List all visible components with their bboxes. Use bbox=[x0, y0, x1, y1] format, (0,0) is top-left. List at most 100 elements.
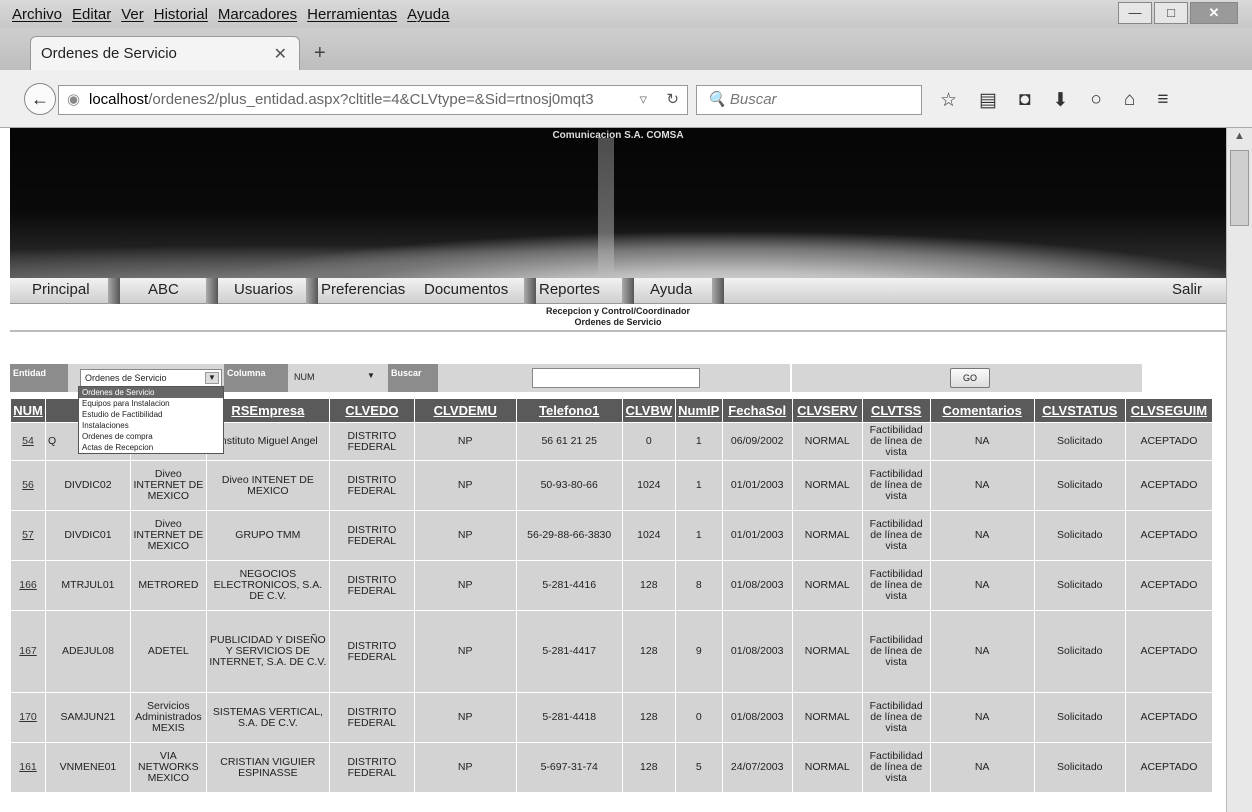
nav-documentos[interactable]: Documentos bbox=[424, 281, 508, 298]
table-cell: Solicitado bbox=[1033, 692, 1126, 743]
table-cell: NEGOCIOS ELECTRONICOS, S.A. DE C.V. bbox=[205, 560, 330, 611]
table-cell: NP bbox=[413, 610, 517, 693]
buscar-input[interactable] bbox=[532, 368, 700, 388]
col-header-clvedo[interactable]: CLVEDO bbox=[328, 398, 415, 423]
table-cell: DISTRITO FEDERAL bbox=[328, 610, 415, 693]
dropdown-option[interactable]: Equipos para Instalacion bbox=[79, 398, 223, 409]
table-cell: Factibilidad de línea de vista bbox=[861, 692, 931, 743]
home-icon[interactable]: ⌂ bbox=[1124, 89, 1135, 112]
site-info-icon[interactable]: ◉ bbox=[67, 86, 80, 114]
num-link[interactable]: 170 bbox=[9, 692, 47, 743]
col-header-fechasol[interactable]: FechaSol bbox=[721, 398, 793, 423]
url-dropdown-icon[interactable]: ▿ bbox=[639, 86, 647, 114]
nav-reportes[interactable]: Reportes bbox=[539, 281, 600, 298]
go-button[interactable]: GO bbox=[950, 368, 990, 388]
reading-list-icon[interactable]: ▤ bbox=[979, 89, 997, 112]
bookmark-star-icon[interactable]: ☆ bbox=[940, 89, 957, 112]
menu-historial[interactable]: Historial bbox=[154, 6, 208, 23]
col-header-clvtss[interactable]: CLVTSS bbox=[861, 398, 931, 423]
table-cell: 128 bbox=[621, 560, 676, 611]
col-header-clvdemu[interactable]: CLVDEMU bbox=[413, 398, 517, 423]
scroll-up-icon[interactable]: ▲ bbox=[1234, 130, 1245, 142]
hamburger-menu-icon[interactable]: ≡ bbox=[1157, 89, 1168, 112]
orders-table: NUM AN RSEmpresa CLVEDO CLVDEMU Telefono… bbox=[9, 398, 1214, 793]
entidad-select[interactable]: Ordenes de Servicio ▼ bbox=[80, 369, 222, 387]
download-icon[interactable]: ⬇ bbox=[1052, 89, 1068, 112]
table-cell: Solicitado bbox=[1033, 422, 1126, 461]
nav-salir[interactable]: Salir bbox=[1172, 281, 1202, 298]
col-header-rsempresa[interactable]: RSEmpresa bbox=[205, 398, 330, 423]
table-cell: ACEPTADO bbox=[1124, 422, 1214, 461]
num-link[interactable]: 56 bbox=[9, 460, 47, 511]
dropdown-option[interactable]: Estudio de Factibilidad bbox=[79, 409, 223, 420]
chat-icon[interactable]: ○ bbox=[1090, 89, 1101, 112]
table-cell: 1 bbox=[674, 460, 723, 511]
num-link[interactable]: 166 bbox=[9, 560, 47, 611]
table-cell: 0 bbox=[621, 422, 676, 461]
nav-usuarios[interactable]: Usuarios bbox=[234, 281, 293, 298]
num-link[interactable]: 161 bbox=[9, 742, 47, 793]
page-scrollbar[interactable]: ▲ bbox=[1226, 128, 1252, 812]
dropdown-option[interactable]: Ordenes de compra bbox=[79, 431, 223, 442]
num-link[interactable]: 57 bbox=[9, 510, 47, 561]
nav-separator bbox=[206, 278, 218, 304]
col-header-clvbw[interactable]: CLVBW bbox=[621, 398, 676, 423]
table-cell: Factibilidad de línea de vista bbox=[861, 610, 931, 693]
table-cell: 1 bbox=[674, 510, 723, 561]
col-header-clvstatus[interactable]: CLVSTATUS bbox=[1033, 398, 1126, 423]
col-header-clvseguim[interactable]: CLVSEGUIM bbox=[1124, 398, 1214, 423]
nav-principal[interactable]: Principal bbox=[32, 281, 90, 298]
pocket-icon[interactable]: ◘ bbox=[1019, 89, 1030, 112]
menu-ver[interactable]: Ver bbox=[121, 6, 144, 23]
search-input[interactable]: 🔍 Buscar bbox=[696, 85, 922, 115]
menu-herramientas[interactable]: Herramientas bbox=[307, 6, 397, 23]
nav-abc[interactable]: ABC bbox=[148, 281, 179, 298]
table-cell: Solicitado bbox=[1033, 460, 1126, 511]
table-cell: DISTRITO FEDERAL bbox=[328, 560, 415, 611]
table-cell: 50-93-80-66 bbox=[515, 460, 623, 511]
col-header-telefono1[interactable]: Telefono1 bbox=[515, 398, 623, 423]
dropdown-option[interactable]: Actas de Recepcion bbox=[79, 442, 223, 453]
col-header-comentarios[interactable]: Comentarios bbox=[929, 398, 1035, 423]
dropdown-option[interactable]: Ordenes de Servicio bbox=[79, 387, 223, 398]
table-row: 166 MTRJUL01 METRORED NEGOCIOS ELECTRONICOS… bbox=[9, 560, 1214, 611]
num-link[interactable]: 167 bbox=[9, 610, 47, 693]
table-cell: ADEJUL08 bbox=[45, 610, 131, 693]
nav-ayuda[interactable]: Ayuda bbox=[650, 281, 692, 298]
columna-select[interactable]: NUM ▼ bbox=[290, 369, 380, 387]
minimize-icon[interactable]: — bbox=[1118, 2, 1152, 24]
table-cell: 01/08/2003 bbox=[721, 692, 793, 743]
table-cell: 1024 bbox=[621, 510, 676, 561]
table-row: 161 VNMENE01 VIA NETWORKS MEXICO CRISTIAN V… bbox=[9, 742, 1214, 793]
nav-separator bbox=[622, 278, 634, 304]
nav-preferencias[interactable]: Preferencias bbox=[321, 281, 405, 298]
new-tab-icon[interactable]: + bbox=[314, 42, 326, 65]
scrollbar-thumb[interactable] bbox=[1230, 150, 1249, 226]
maximize-icon[interactable]: □ bbox=[1154, 2, 1188, 24]
col-header-numip[interactable]: NumIP bbox=[674, 398, 723, 423]
table-cell: NP bbox=[413, 460, 517, 511]
table-cell: 5-281-4417 bbox=[515, 610, 623, 693]
col-header-clvserv[interactable]: CLVSERV bbox=[791, 398, 863, 423]
columna-select-value: NUM bbox=[294, 372, 315, 382]
back-arrow-icon[interactable]: ← bbox=[24, 83, 56, 115]
col-header-num[interactable]: NUM bbox=[9, 398, 47, 423]
table-cell: DIVDIC01 bbox=[45, 510, 131, 561]
num-link[interactable]: 54 bbox=[9, 422, 47, 461]
menu-editar[interactable]: Editar bbox=[72, 6, 111, 23]
table-cell: Servicios Administrados MEXIS bbox=[129, 692, 207, 743]
menu-marcadores[interactable]: Marcadores bbox=[218, 6, 297, 23]
menu-ayuda[interactable]: Ayuda bbox=[407, 6, 449, 23]
browser-tab[interactable]: Ordenes de Servicio ✕ bbox=[30, 36, 300, 70]
reload-icon[interactable]: ↻ bbox=[666, 86, 679, 114]
dropdown-option[interactable]: Instalaciones bbox=[79, 420, 223, 431]
close-window-icon[interactable]: ✕ bbox=[1190, 2, 1238, 24]
tab-strip: Ordenes de Servicio ✕ + bbox=[0, 28, 1252, 70]
table-cell: DIVDIC02 bbox=[45, 460, 131, 511]
table-cell: 128 bbox=[621, 692, 676, 743]
menu-archivo[interactable]: Archivo bbox=[12, 6, 62, 23]
table-cell: VIA NETWORKS MEXICO bbox=[129, 742, 207, 793]
table-cell: PUBLICIDAD Y DISEÑO Y SERVICIOS DE INTER… bbox=[205, 610, 330, 693]
close-tab-icon[interactable]: ✕ bbox=[274, 44, 287, 64]
address-bar[interactable]: ◉ localhost/ordenes2/plus_entidad.aspx?c… bbox=[58, 85, 688, 115]
